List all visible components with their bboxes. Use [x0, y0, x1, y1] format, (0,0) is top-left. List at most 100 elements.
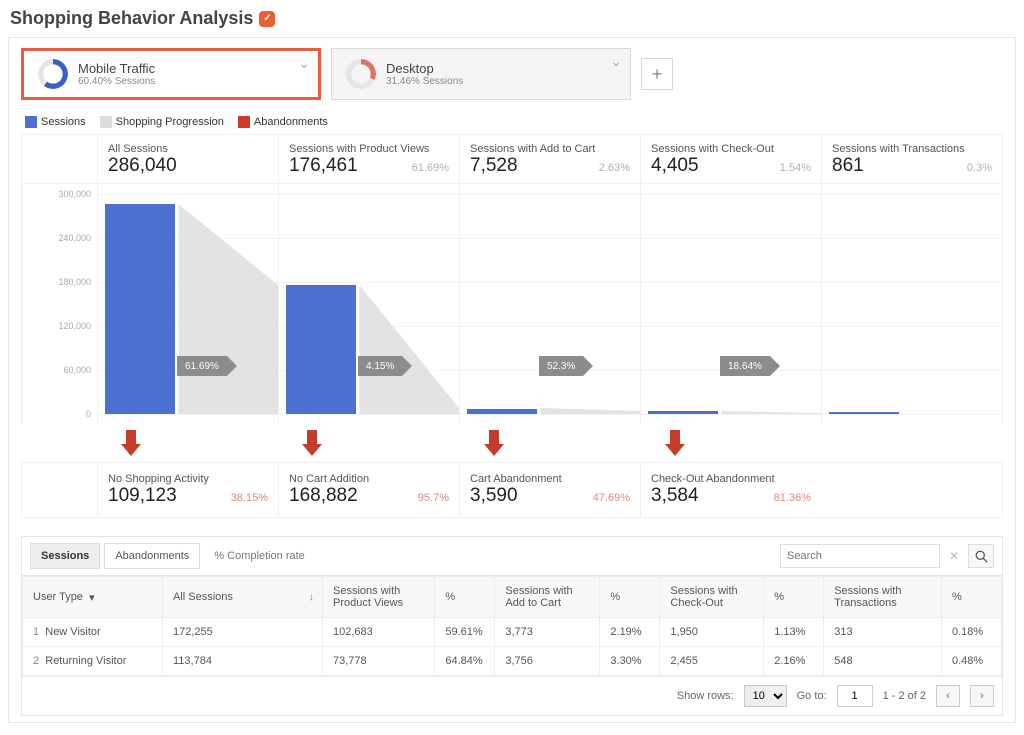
abandon-arrow-icon — [118, 430, 144, 458]
verified-icon — [259, 11, 275, 27]
col-label: Sessions with Transactions — [832, 143, 992, 155]
th-pct[interactable]: % — [942, 577, 1002, 618]
col-value: 286,040 — [108, 155, 177, 177]
aband-pct: 38.15% — [231, 492, 268, 504]
bar-product-views — [286, 285, 356, 414]
y-tick: 240,000 — [58, 233, 91, 243]
chart-legend: Sessions Shopping Progression Abandonmen… — [21, 106, 1003, 134]
th-pct[interactable]: % — [600, 577, 660, 618]
chevron-down-icon[interactable]: ⌄ — [610, 53, 622, 70]
y-tick: 300,000 — [58, 189, 91, 199]
search-icon — [975, 550, 988, 563]
aband-value: 3,584 — [651, 485, 699, 507]
col-value: 4,405 — [651, 155, 699, 177]
legend-label: Abandonments — [254, 116, 328, 128]
aband-pct: 47.69% — [593, 492, 630, 504]
aband-label: No Shopping Activity — [108, 473, 268, 485]
segment-subtitle: 31.46% Sessions — [386, 76, 463, 87]
abandon-arrow-icon — [481, 430, 507, 458]
segment-title: Mobile Traffic — [78, 61, 155, 76]
progression-tag: 4.15% — [358, 356, 412, 376]
segment-card-mobile[interactable]: Mobile Traffic 60.40% Sessions ⌄ — [21, 48, 321, 100]
aband-pct: 81.36% — [774, 492, 811, 504]
table-row[interactable]: 1 New Visitor 172,255 102,683 59.61% 3,7… — [23, 618, 1002, 647]
funnel-chart: 300,000 240,000 180,000 120,000 60,000 0… — [21, 184, 1003, 424]
donut-icon — [346, 59, 376, 89]
col-value: 861 — [832, 155, 864, 177]
legend-swatch-progression — [100, 116, 112, 128]
segment-card-desktop[interactable]: Desktop 31.46% Sessions ⌄ — [331, 48, 631, 100]
abandonment-row: No Shopping Activity109,123 38.15% No Car… — [21, 462, 1003, 518]
dropdown-icon: ▾ — [89, 591, 95, 604]
y-tick: 180,000 — [58, 277, 91, 287]
analysis-card: Mobile Traffic 60.40% Sessions ⌄ Desktop… — [8, 37, 1016, 723]
th-transactions[interactable]: Sessions with Transactions — [824, 577, 942, 618]
th-add-to-cart[interactable]: Sessions with Add to Cart — [495, 577, 600, 618]
goto-label: Go to: — [797, 690, 827, 702]
th-pct[interactable]: % — [435, 577, 495, 618]
bar-check-out — [648, 411, 718, 414]
user-type: New Visitor — [45, 626, 100, 638]
col-label: Sessions with Check-Out — [651, 143, 811, 155]
col-pct: 0.3% — [967, 162, 992, 174]
user-type: Returning Visitor — [45, 655, 126, 667]
add-segment-button[interactable]: + — [641, 58, 673, 90]
bar-transactions — [829, 412, 899, 414]
legend-label: Shopping Progression — [116, 116, 224, 128]
aband-pct: 95.7% — [418, 492, 449, 504]
segment-title: Desktop — [386, 61, 463, 76]
th-all-sessions[interactable]: All Sessions↓ — [163, 577, 323, 618]
search-input[interactable] — [780, 544, 940, 568]
th-product-views[interactable]: Sessions with Product Views — [323, 577, 435, 618]
sort-desc-icon: ↓ — [309, 591, 315, 603]
progression-tag: 52.3% — [539, 356, 593, 376]
aband-label: Cart Abandonment — [470, 473, 630, 485]
th-pct[interactable]: % — [764, 577, 824, 618]
y-tick: 120,000 — [58, 321, 91, 331]
aband-label: Check-Out Abandonment — [651, 473, 811, 485]
th-check-out[interactable]: Sessions with Check-Out — [660, 577, 764, 618]
search-button[interactable] — [968, 544, 994, 568]
y-tick: 0 — [86, 409, 91, 419]
segment-subtitle: 60.40% Sessions — [78, 76, 155, 87]
sessions-table: User Type▾ All Sessions↓ Sessions with P… — [22, 576, 1002, 676]
bar-all-sessions — [105, 204, 175, 414]
bar-add-to-cart — [467, 409, 537, 415]
col-label: Sessions with Add to Cart — [470, 143, 630, 155]
aband-label: No Cart Addition — [289, 473, 449, 485]
page-title: Shopping Behavior Analysis — [10, 8, 253, 29]
tab-sessions[interactable]: Sessions — [30, 543, 100, 569]
prev-page-button[interactable]: ‹ — [936, 685, 960, 707]
col-pct: 2.63% — [599, 162, 630, 174]
legend-swatch-abandonments — [238, 116, 250, 128]
tab-abandonments[interactable]: Abandonments — [104, 543, 200, 569]
goto-page-input[interactable] — [837, 685, 873, 707]
col-value: 7,528 — [470, 155, 518, 177]
rows-per-page-select[interactable]: 10 — [744, 685, 787, 707]
legend-label: Sessions — [41, 116, 86, 128]
aband-value: 109,123 — [108, 485, 177, 507]
funnel-header-row: All Sessions286,040 Sessions with Produc… — [21, 134, 1003, 184]
show-rows-label: Show rows: — [677, 690, 734, 702]
abandon-arrow-icon — [662, 430, 688, 458]
progression-tag: 61.69% — [177, 356, 237, 376]
col-pct: 1.54% — [780, 162, 811, 174]
abandon-arrow-icon — [299, 430, 325, 458]
page-range: 1 - 2 of 2 — [883, 690, 926, 702]
next-page-button[interactable]: › — [970, 685, 994, 707]
th-user-type[interactable]: User Type▾ — [23, 577, 163, 618]
chevron-down-icon[interactable]: ⌄ — [298, 55, 310, 72]
table-row[interactable]: 2 Returning Visitor 113,784 73,778 64.84… — [23, 647, 1002, 676]
aband-value: 3,590 — [470, 485, 518, 507]
aband-value: 168,882 — [289, 485, 358, 507]
col-pct: 61.69% — [412, 162, 449, 174]
data-table-card: Sessions Abandonments % Completion rate … — [21, 536, 1003, 716]
table-pager: Show rows: 10 Go to: 1 - 2 of 2 ‹ › — [22, 676, 1002, 715]
y-tick: 60,000 — [63, 365, 91, 375]
progression-tag: 18.64% — [720, 356, 780, 376]
donut-icon — [38, 59, 68, 89]
col-value: 176,461 — [289, 155, 358, 177]
tab-completion-rate[interactable]: % Completion rate — [204, 544, 315, 568]
clear-search-icon[interactable]: ✕ — [944, 546, 964, 566]
col-label: Sessions with Product Views — [289, 143, 449, 155]
